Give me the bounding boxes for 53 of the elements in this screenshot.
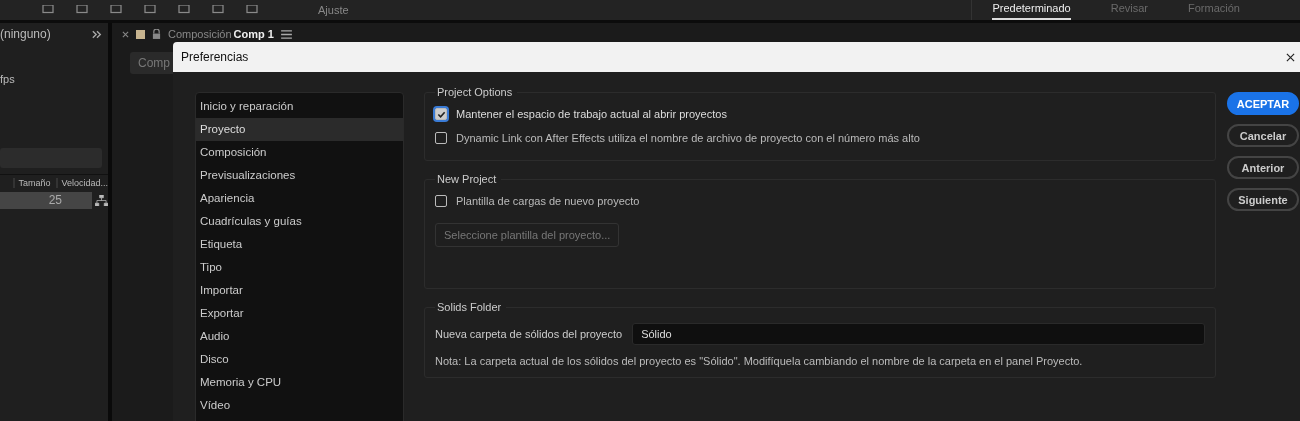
footage-info: fps	[0, 73, 16, 85]
category-item[interactable]: Audio	[196, 325, 403, 348]
checkbox-label: Plantilla de cargas de nuevo proyecto	[456, 195, 640, 207]
category-item[interactable]: Exportar	[196, 302, 403, 325]
column-header[interactable]: Tamaño	[13, 178, 51, 188]
dialog-button[interactable]: Cancelar	[1227, 124, 1299, 147]
table-cell: 25	[0, 192, 92, 209]
tool-icon[interactable]	[108, 5, 124, 15]
group-title: Solids Folder	[436, 301, 503, 313]
dialog-button[interactable]: ACEPTAR	[1227, 92, 1299, 115]
dialog-title: Preferencias	[181, 50, 249, 64]
category-item[interactable]: Apariencia	[196, 187, 403, 210]
tool-icon[interactable]	[142, 5, 158, 15]
field-label: Nueva carpeta de sólidos del proyecto	[435, 328, 623, 340]
checkbox[interactable]	[435, 195, 447, 207]
category-item[interactable]: Tipo	[196, 256, 403, 279]
tool-icon[interactable]	[210, 5, 226, 15]
category-item[interactable]: Disco	[196, 348, 403, 371]
dialog-button[interactable]: Anterior	[1227, 156, 1299, 179]
dialog-button[interactable]: Siguiente	[1227, 188, 1299, 211]
note-text: Nota: La carpeta actual de los sólidos del proyecto es "Sólido". Modifíquela cambiando el nombre de la carpeta en el panel Proyecto.	[435, 355, 1084, 367]
panel-label: Composición	[168, 28, 232, 40]
tool-icon[interactable]	[40, 5, 56, 15]
checkbox-label: Mantener el espacio de trabajo actual al abrir proyectos	[456, 108, 727, 120]
expand-icon[interactable]	[92, 29, 102, 39]
close-icon[interactable]	[1286, 52, 1295, 62]
tool-icon[interactable]	[176, 5, 192, 15]
flowchart-icon[interactable]	[95, 195, 108, 206]
category-item[interactable]: Composición	[196, 141, 403, 164]
lock-icon[interactable]	[152, 29, 161, 39]
checkbox-label: Dynamic Link con After Effects utiliza el nombre de archivo de proyecto con el número más alto	[456, 132, 920, 144]
tool-icon[interactable]	[74, 5, 90, 15]
workspace-tab[interactable]: Predeterminado	[992, 0, 1071, 20]
category-item[interactable]: Previsualizaciones	[196, 164, 403, 187]
group-title: New Project	[436, 173, 498, 185]
category-item[interactable]: Cuadrículas y guías	[196, 210, 403, 233]
column-header[interactable]: Velocidad...	[56, 178, 108, 188]
label-swatch[interactable]	[136, 29, 145, 39]
category-item[interactable]: Importar	[196, 279, 403, 302]
menu-icon[interactable]	[280, 29, 292, 39]
snap-label: Ajuste	[318, 4, 349, 16]
category-item[interactable]: Memoria y CPU	[196, 371, 403, 394]
panel-title: (ninguno)	[0, 27, 51, 41]
group-title: Project Options	[436, 86, 514, 98]
category-item[interactable]: Etiqueta	[196, 233, 403, 256]
input-field[interactable]: Sólido	[632, 323, 1205, 345]
category-item[interactable]: Proyecto	[196, 118, 403, 141]
composition-name: Comp 1	[233, 28, 274, 40]
tool-icon[interactable]	[244, 5, 260, 15]
category-item[interactable]: Inicio y reparación	[196, 95, 403, 118]
category-item[interactable]: Vídeo	[196, 394, 403, 417]
checkbox[interactable]	[435, 108, 447, 120]
checkbox[interactable]	[435, 132, 447, 144]
